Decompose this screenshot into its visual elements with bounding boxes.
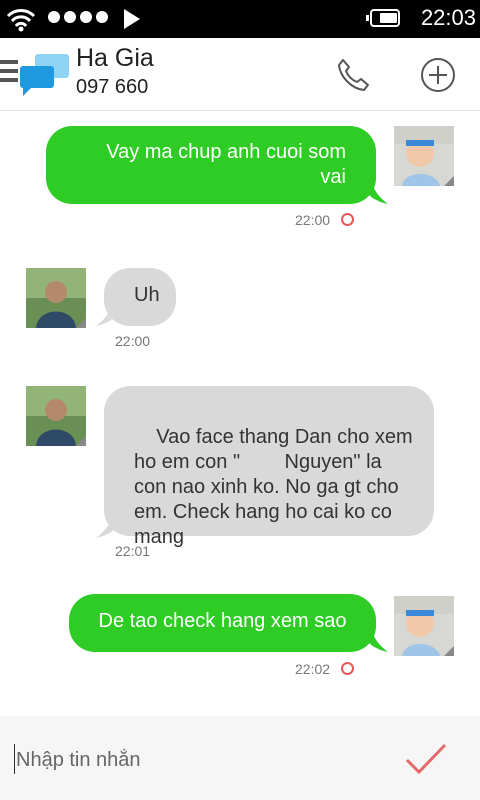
- delivery-status-icon: [341, 213, 354, 226]
- message-bubble[interactable]: Uh: [104, 268, 176, 326]
- message-text: Vao face thang Dan cho xem ho em con " N…: [134, 426, 419, 548]
- message-time: 22:00: [115, 333, 151, 349]
- media-playing-icon: [124, 9, 140, 29]
- message-input[interactable]: [14, 744, 378, 776]
- avatar[interactable]: [394, 596, 454, 656]
- bubble-tail: [368, 622, 388, 652]
- message-bubble[interactable]: Vao face thang Dan cho xem ho em con " N…: [104, 386, 434, 548]
- chat-icon: [20, 54, 69, 96]
- avatar[interactable]: [26, 268, 86, 328]
- menu-icon[interactable]: [0, 60, 18, 87]
- message-bubble[interactable]: Vay ma chup anh cuoi som vai: [46, 126, 376, 204]
- send-checkmark-icon[interactable]: [404, 742, 448, 776]
- message-composer: [0, 716, 480, 800]
- message-time: 22:00: [295, 212, 331, 228]
- phone-icon[interactable]: [334, 56, 372, 94]
- message-text: Uh: [134, 284, 160, 306]
- message-text: De tao check hang xem sao: [98, 610, 347, 632]
- bubble-tail: [368, 174, 388, 204]
- signal-strength-icon: [48, 11, 108, 23]
- message-time: 22:01: [115, 543, 151, 559]
- status-time: 22:03: [420, 5, 476, 30]
- wifi-icon: [6, 9, 36, 32]
- delivery-status-icon: [341, 662, 354, 675]
- message-text: Vay ma chup anh cuoi som vai: [106, 141, 346, 188]
- status-bar: 22:03: [0, 0, 480, 38]
- contact-name: Ha Gia: [76, 44, 154, 72]
- add-icon[interactable]: [420, 57, 456, 93]
- battery-icon: [366, 9, 400, 27]
- message-time: 22:02: [295, 661, 331, 677]
- conversation-header: Ha Gia 097 660: [0, 38, 480, 111]
- avatar[interactable]: [394, 126, 454, 186]
- text-caret: [14, 744, 15, 774]
- contact-phone: 097 660: [76, 76, 149, 98]
- message-bubble[interactable]: De tao check hang xem sao: [69, 594, 376, 652]
- avatar[interactable]: [26, 386, 86, 446]
